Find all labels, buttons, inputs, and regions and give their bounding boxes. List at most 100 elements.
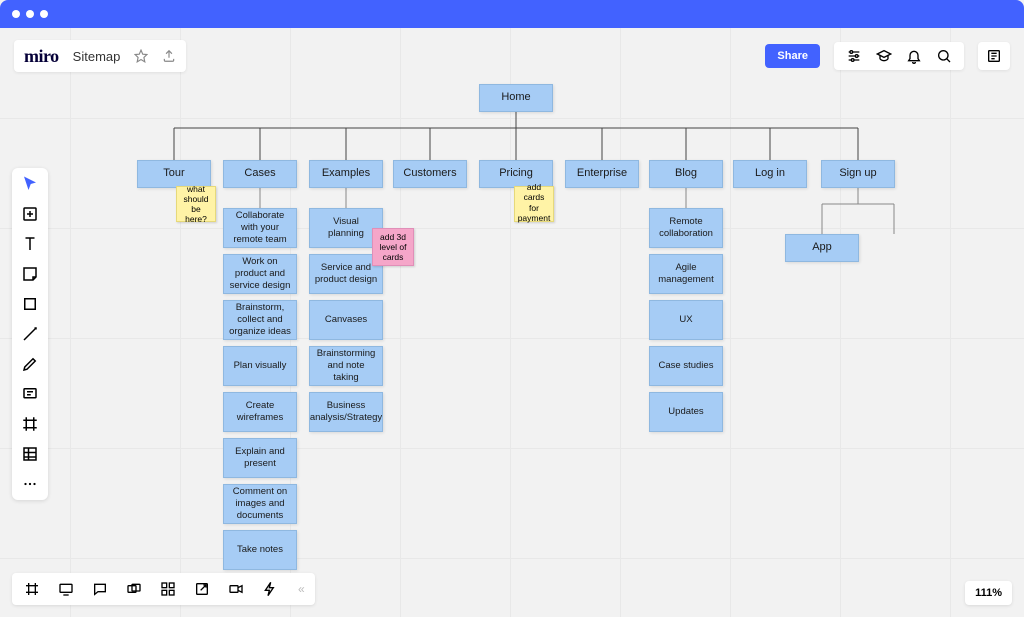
sticky-text: add 3d level of cards <box>377 232 409 263</box>
sticky-tool[interactable] <box>20 264 40 284</box>
star-icon[interactable] <box>134 49 148 63</box>
blog-item-0[interactable]: Remote collaboration <box>649 208 723 248</box>
item-label: Remote collaboration <box>654 216 718 240</box>
sitemap-root[interactable]: Home <box>479 84 553 112</box>
item-label: App <box>812 241 832 255</box>
window-dot <box>40 10 48 18</box>
video-icon[interactable] <box>226 579 246 599</box>
root-label: Home <box>501 91 530 105</box>
cat-examples[interactable]: Examples <box>309 160 383 188</box>
blog-item-2[interactable]: UX <box>649 300 723 340</box>
chat-icon[interactable] <box>90 579 110 599</box>
miro-logo[interactable]: miro <box>24 46 59 67</box>
blog-item-1[interactable]: Agile management <box>649 254 723 294</box>
cases-item-5[interactable]: Explain and present <box>223 438 297 478</box>
cat-login[interactable]: Log in <box>733 160 807 188</box>
cases-item-3[interactable]: Plan visually <box>223 346 297 386</box>
item-label: Plan visually <box>234 360 287 372</box>
template-tool[interactable] <box>20 204 40 224</box>
sticky-text: add cards for payment <box>518 182 551 223</box>
item-label: Collaborate with your remote team <box>228 210 292 246</box>
examples-item-3[interactable]: Brainstorming and note taking <box>309 346 383 386</box>
pen-tool[interactable] <box>20 354 40 374</box>
cat-label: Sign up <box>839 167 876 181</box>
item-label: Canvases <box>325 314 367 326</box>
item-label: Business analysis/Strategy <box>310 400 382 424</box>
cat-label: Blog <box>675 167 697 181</box>
sticky-text: what should be here? <box>181 184 211 225</box>
share-button[interactable]: Share <box>765 44 820 68</box>
cases-item-2[interactable]: Brainstorm, collect and organize ideas <box>223 300 297 340</box>
table-tool[interactable] <box>20 444 40 464</box>
item-label: Brainstorm, collect and organize ideas <box>228 302 292 338</box>
sticky-tour[interactable]: what should be here? <box>176 186 216 222</box>
item-label: Work on product and service design <box>228 256 292 292</box>
window-dot <box>26 10 34 18</box>
top-right-icon-group <box>834 42 964 70</box>
blog-item-4[interactable]: Updates <box>649 392 723 432</box>
frame-icon[interactable] <box>22 579 42 599</box>
item-label: Comment on images and documents <box>228 486 292 522</box>
item-label: Take notes <box>237 544 283 556</box>
cat-cases[interactable]: Cases <box>223 160 297 188</box>
item-label: Create wireframes <box>228 400 292 424</box>
blog-item-3[interactable]: Case studies <box>649 346 723 386</box>
cat-enterprise[interactable]: Enterprise <box>565 160 639 188</box>
cases-item-7[interactable]: Take notes <box>223 530 297 570</box>
comment-tool[interactable] <box>20 384 40 404</box>
cat-label: Examples <box>322 167 370 181</box>
bottom-toolbar: « <box>12 573 315 605</box>
item-label: Agile management <box>654 262 718 286</box>
cases-item-4[interactable]: Create wireframes <box>223 392 297 432</box>
screen-share-icon[interactable] <box>56 579 76 599</box>
card-icon[interactable] <box>124 579 144 599</box>
examples-item-2[interactable]: Canvases <box>309 300 383 340</box>
cat-label: Log in <box>755 167 785 181</box>
canvas[interactable]: Home Tour Cases Examples Customers Prici… <box>0 28 1024 617</box>
bell-icon[interactable] <box>906 48 922 64</box>
item-label: UX <box>679 314 692 326</box>
examples-item-4[interactable]: Business analysis/Strategy <box>309 392 383 432</box>
top-bar: miro Sitemap <box>14 40 186 72</box>
signup-app[interactable]: App <box>785 234 859 262</box>
window-dot <box>12 10 20 18</box>
text-tool[interactable] <box>20 234 40 254</box>
frame-tool[interactable] <box>20 414 40 434</box>
cat-label: Enterprise <box>577 167 627 181</box>
shape-tool[interactable] <box>20 294 40 314</box>
zoom-value: 111% <box>975 587 1002 599</box>
left-toolbar <box>12 168 48 500</box>
item-label: Explain and present <box>228 446 292 470</box>
zoom-indicator[interactable]: 111% <box>965 581 1012 605</box>
sticky-examples[interactable]: add 3d level of cards <box>372 228 414 266</box>
item-label: Brainstorming and note taking <box>314 348 378 384</box>
cat-customers[interactable]: Customers <box>393 160 467 188</box>
cat-label: Pricing <box>499 167 533 181</box>
cat-label: Cases <box>244 167 275 181</box>
settings-icon[interactable] <box>846 48 862 64</box>
item-label: Case studies <box>659 360 714 372</box>
board-name[interactable]: Sitemap <box>73 49 121 64</box>
cases-item-6[interactable]: Comment on images and documents <box>223 484 297 524</box>
cat-blog[interactable]: Blog <box>649 160 723 188</box>
sticky-pricing[interactable]: add cards for payment <box>514 186 554 222</box>
search-icon[interactable] <box>936 48 952 64</box>
more-tools[interactable] <box>20 474 40 494</box>
cases-item-1[interactable]: Work on product and service design <box>223 254 297 294</box>
item-label: Service and product design <box>314 262 378 286</box>
item-label: Updates <box>668 406 703 418</box>
cursor-tool[interactable] <box>20 174 40 194</box>
window-chrome <box>0 0 1024 28</box>
export-icon[interactable] <box>162 49 176 63</box>
share-link-icon[interactable] <box>192 579 212 599</box>
activity-icon[interactable] <box>260 579 280 599</box>
present-button[interactable] <box>978 42 1010 70</box>
cases-item-0[interactable]: Collaborate with your remote team <box>223 208 297 248</box>
graduation-icon[interactable] <box>876 48 892 64</box>
vote-icon[interactable] <box>158 579 178 599</box>
line-tool[interactable] <box>20 324 40 344</box>
cat-label: Customers <box>403 167 456 181</box>
cat-signup[interactable]: Sign up <box>821 160 895 188</box>
item-label: Visual planning <box>314 216 378 240</box>
collapse-chevron-icon[interactable]: « <box>298 582 305 596</box>
